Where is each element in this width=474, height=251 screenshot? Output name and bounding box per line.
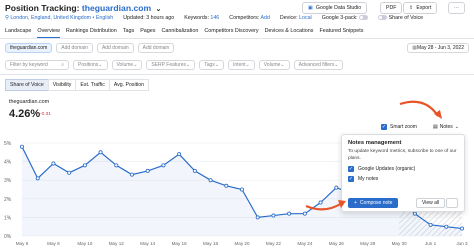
notes-icon: ▤ [433, 124, 438, 130]
x-tick-label: May 30 [392, 241, 408, 246]
data-point [318, 200, 323, 205]
data-point [19, 144, 24, 149]
x-tick-label: May 12 [109, 241, 125, 246]
chevron-down-icon: ⌄ [454, 124, 459, 130]
y-tick-label: 0% [4, 234, 12, 240]
x-tick-label: Jun 3 [456, 241, 468, 246]
checkbox-checked-icon: ✓ [348, 176, 354, 182]
data-point [129, 172, 134, 177]
y-tick-label: 4% [4, 160, 12, 166]
view-all-button[interactable]: View all [416, 198, 446, 208]
notes-label: Notes [439, 124, 453, 130]
data-point [239, 187, 244, 192]
x-tick-label: May 16 [172, 241, 188, 246]
x-tick-label: Jun 1 [425, 241, 437, 246]
y-tick-label: 2% [4, 197, 12, 203]
x-tick-label: May 26 [329, 241, 345, 246]
my-notes-checkbox[interactable]: ✓ My notes [348, 176, 458, 182]
data-point [82, 163, 87, 168]
data-point [271, 213, 276, 218]
popup-title: Notes management [348, 140, 402, 146]
data-point [161, 163, 166, 168]
smart-zoom-label: Smart zoom [390, 124, 417, 130]
popup-description: To update keyword metrics, subscribe to … [348, 149, 457, 161]
data-point [444, 224, 449, 229]
data-point [428, 222, 433, 227]
data-point [459, 226, 464, 231]
data-point [334, 185, 339, 190]
data-point [177, 152, 182, 157]
data-point [287, 211, 292, 216]
smart-zoom-checkbox[interactable]: ✓ Smart zoom [381, 124, 417, 130]
compose-note-button[interactable]: + Compose note [348, 198, 399, 208]
x-tick-label: May 14 [140, 241, 156, 246]
y-tick-label: 5% [4, 141, 12, 147]
y-tick-label: 3% [4, 178, 12, 184]
x-tick-label: May 8 [47, 241, 60, 246]
data-point [98, 150, 103, 155]
x-tick-label: May 22 [266, 241, 282, 246]
data-point [67, 170, 72, 175]
google-updates-checkbox[interactable]: ✓ Google Updates (organic) [348, 166, 458, 172]
data-point [255, 215, 260, 220]
x-tick-label: May 28 [360, 241, 376, 246]
data-point [145, 168, 150, 173]
x-tick-label: May 20 [234, 241, 250, 246]
view-all-label: View all [422, 200, 440, 206]
cb2-label: My notes [358, 176, 379, 182]
cb1-label: Google Updates (organic) [358, 166, 416, 172]
x-tick-label: May 24 [297, 241, 313, 246]
data-point [208, 178, 213, 183]
data-point [114, 163, 119, 168]
checkbox-checked-icon: ✓ [381, 124, 387, 130]
data-point [412, 211, 417, 216]
data-point [302, 211, 307, 216]
hide-notes-icon[interactable] [446, 198, 458, 208]
notes-dropdown[interactable]: ▤ Notes ⌄ [433, 124, 459, 130]
y-tick-label: 1% [4, 215, 12, 221]
x-tick-label: May 10 [77, 241, 93, 246]
notes-management-popup: Notes management To update keyword metri… [341, 134, 465, 212]
data-point [35, 176, 40, 181]
x-tick-label: May 18 [203, 241, 219, 246]
plus-icon: + [354, 200, 357, 206]
data-point [192, 168, 197, 173]
compose-label: Compose note [359, 200, 393, 206]
data-point [224, 183, 229, 188]
x-tick-label: May 6 [16, 241, 29, 246]
checkbox-checked-icon: ✓ [348, 166, 354, 172]
data-point [51, 161, 56, 166]
